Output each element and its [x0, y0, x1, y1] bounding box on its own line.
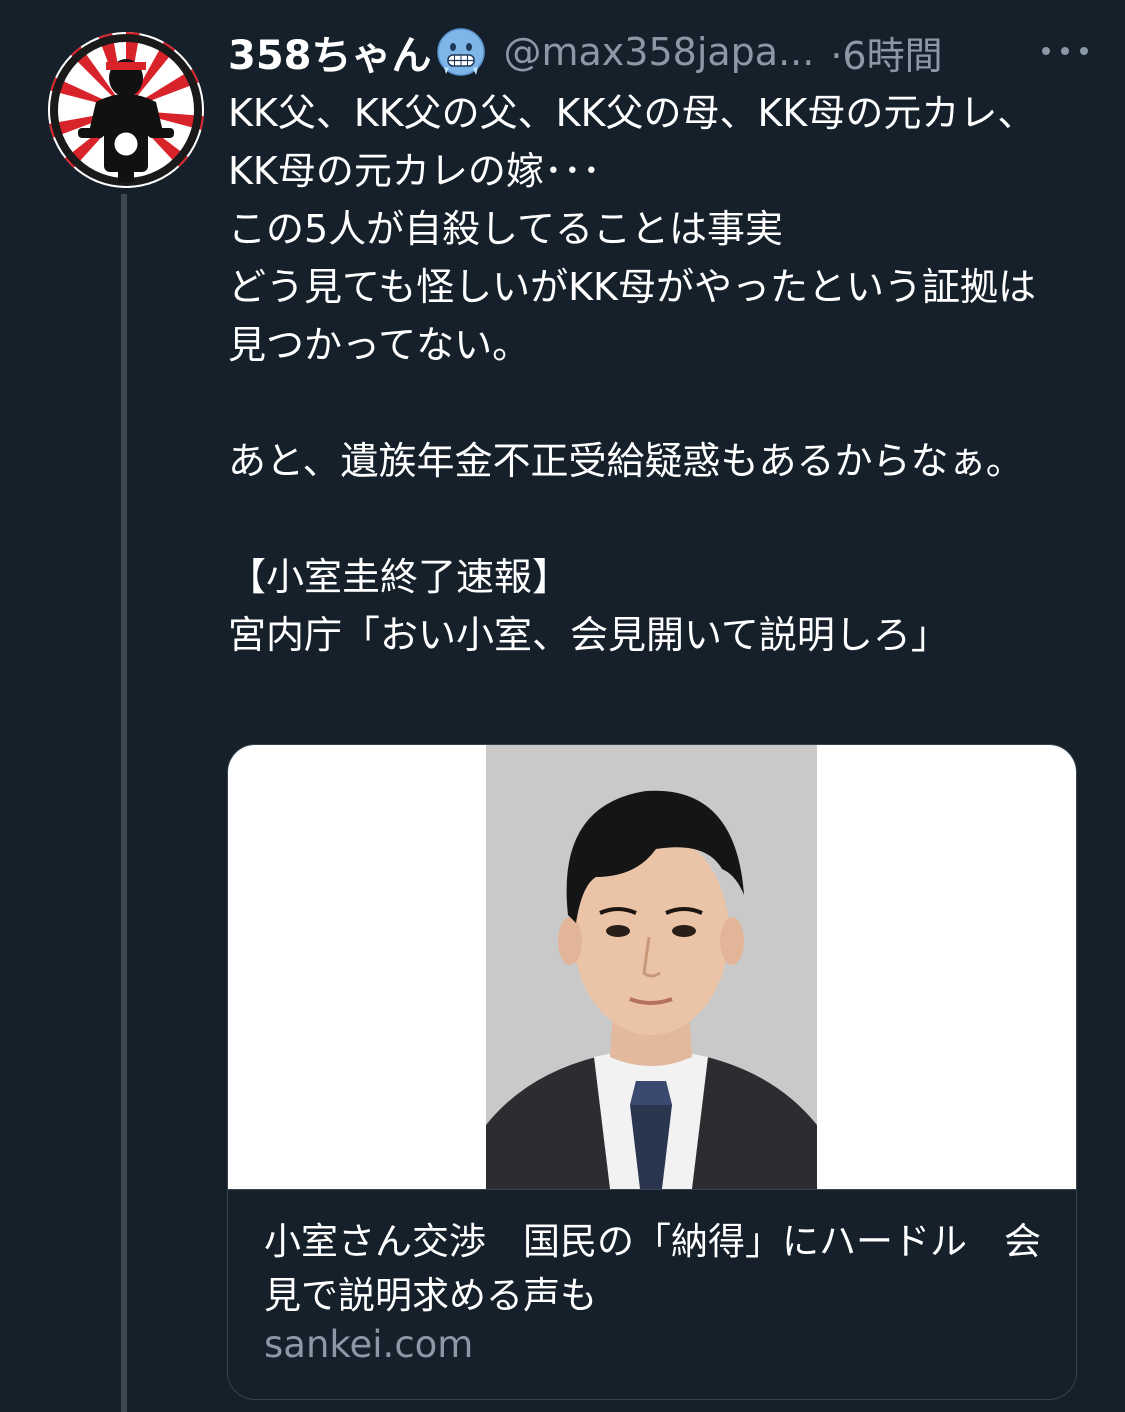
tweet-header: 358ちゃん @max358japa... ·6時間: [228, 22, 1088, 82]
avatar[interactable]: [48, 32, 204, 188]
card-divider: [228, 1189, 1076, 1190]
display-name[interactable]: 358ちゃん: [228, 23, 432, 81]
card-title[interactable]: 小室さん交渉 国民の「納得」にハードル 会見で説明求める声も: [264, 1215, 1044, 1323]
tweet-text-line: 宮内庁「おい小室、会見開いて説明しろ」: [228, 613, 949, 657]
tweet-text-line: [228, 374, 1058, 432]
motorcycle-rider-avatar-icon: [48, 32, 204, 188]
tweet-text-line: この5人が自殺してることは事実: [228, 207, 784, 251]
user-handle[interactable]: @max358japa...: [504, 30, 815, 74]
cold-face-emoji-icon: [436, 28, 485, 76]
tweet-text-line: 【小室圭終了速報】: [228, 555, 571, 599]
link-card[interactable]: 小室さん交渉 国民の「納得」にハードル 会見で説明求める声も sankei.co…: [227, 744, 1077, 1400]
portrait-photo: [486, 745, 817, 1189]
thread-line: [121, 194, 127, 1412]
tweet-text-line: [228, 490, 1058, 548]
card-domain[interactable]: sankei.com: [264, 1323, 473, 1366]
tweet-text: KK父、KK父の父、KK父の母、KK母の元カレ、KK母の元カレの嫁･･･ この5…: [228, 84, 1058, 664]
tweet-text-line: KK父、KK父の父、KK父の母、KK母の元カレ、KK母の元カレの嫁･･･: [228, 91, 1036, 193]
more-dots-icon[interactable]: [1042, 36, 1088, 66]
tweet[interactable]: 358ちゃん @max358japa... ·6時間 KK父、KK父の父、KK父…: [0, 0, 1125, 1412]
tweet-text-line: あと、遺族年金不正受給疑惑もあるからなぁ。: [228, 439, 1024, 483]
tweet-text-line: どう見ても怪しいがKK母がやったという証拠は見つかってない。: [228, 265, 1036, 367]
tweet-time[interactable]: ·6時間: [830, 25, 942, 80]
card-image: [228, 745, 1076, 1189]
